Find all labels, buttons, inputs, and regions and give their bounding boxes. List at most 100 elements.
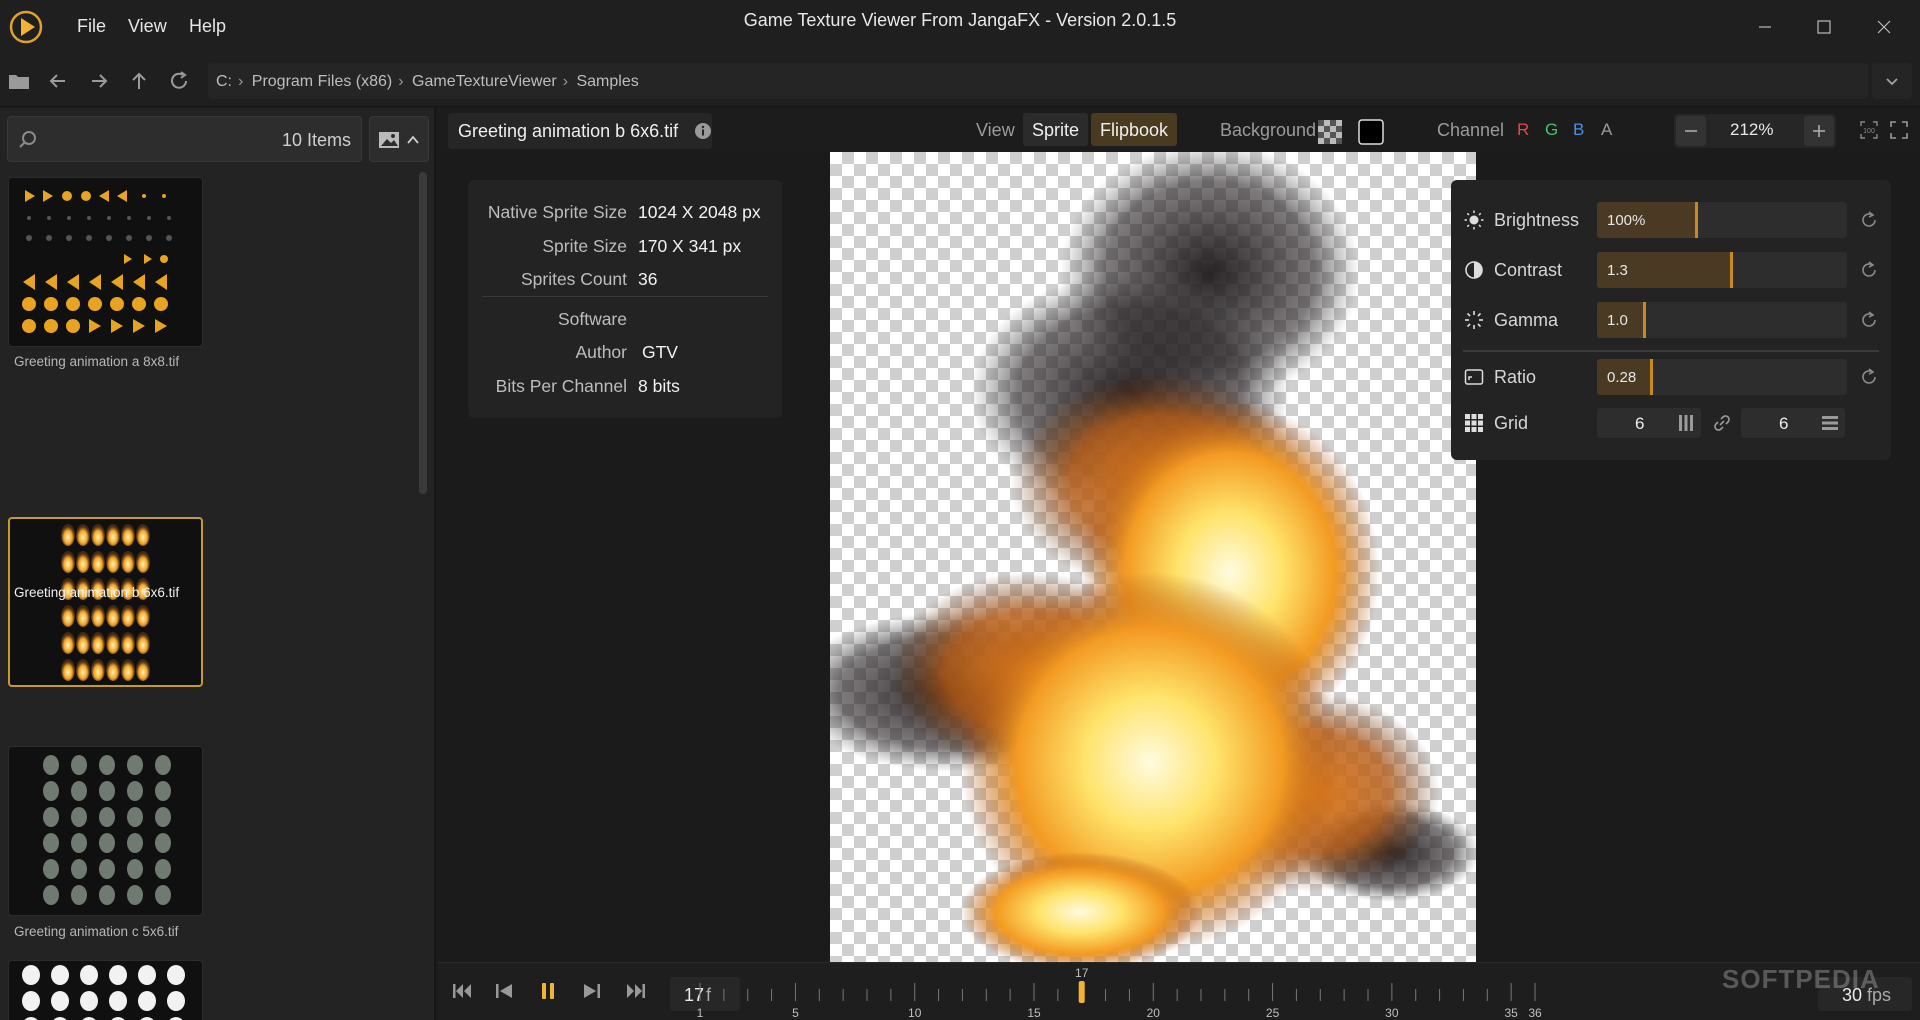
file-browser-sidebar: 10 Items Greeting animation a 8x8.tif Gr… — [0, 108, 436, 1020]
sprite-canvas[interactable] — [830, 152, 1476, 962]
channel-r-toggle[interactable]: R — [1517, 120, 1529, 140]
forward-arrow-icon[interactable] — [86, 68, 112, 94]
flipbook-mode-button[interactable]: Flipbook — [1091, 113, 1178, 146]
scrollbar[interactable] — [419, 172, 427, 494]
image-icon — [379, 132, 399, 148]
thumbnail-label-selected: Greeting animation b 6x6.tif — [14, 585, 180, 600]
character-sprite-frame — [127, 833, 143, 853]
navigation-bar: C: › Program Files (x86) › GameTextureView… — [0, 55, 1920, 107]
contrast-slider[interactable]: 1.3 — [1597, 252, 1847, 288]
zoom-in-icon[interactable] — [1804, 116, 1834, 146]
chicken-sprite-frame — [138, 965, 156, 985]
character-sprite-frame — [43, 755, 59, 775]
back-arrow-icon[interactable] — [45, 68, 71, 94]
character-sprite-frame — [127, 859, 143, 879]
title-bar: File View Help Game Texture Viewer From … — [0, 0, 1920, 55]
arrow-shapes-thumbnail[interactable] — [8, 177, 203, 347]
fire-sprite-frame — [61, 632, 75, 654]
zoom-level[interactable]: 212% — [1730, 120, 1773, 140]
grid-columns-value: 6 — [1635, 414, 1645, 433]
divider — [482, 296, 768, 297]
black-background-icon[interactable] — [1358, 119, 1384, 145]
author-label: Author — [575, 342, 627, 362]
maximize-icon[interactable] — [1804, 12, 1844, 42]
ruler-tick-label: 36 — [1528, 1006, 1542, 1020]
fire-sprite-frame — [76, 524, 90, 546]
channel-b-toggle[interactable]: B — [1573, 120, 1584, 140]
character-sprite-frame — [155, 807, 171, 827]
path-dropdown-button[interactable] — [1872, 63, 1912, 99]
native-sprite-size-label: Native Sprite Size — [487, 202, 627, 222]
chicken-sprite-frame — [22, 991, 40, 1011]
bits-per-channel-value: 8 bits — [638, 376, 680, 396]
reset-icon[interactable] — [1858, 309, 1880, 331]
channel-label: Channel — [1437, 120, 1505, 140]
divider — [1463, 350, 1879, 352]
brightness-slider[interactable]: 100% — [1597, 202, 1847, 238]
search-input[interactable]: 10 Items — [7, 116, 362, 162]
frame-ruler[interactable]: 1 5 10 15 20 25 30 35 36 17 — [438, 963, 1920, 1020]
gamma-slider[interactable]: 1.0 — [1597, 302, 1847, 338]
chicken-sprite-thumbnail[interactable] — [8, 960, 203, 1020]
character-sprite-thumbnail[interactable] — [8, 746, 203, 916]
fire-sprite-frame — [136, 551, 150, 573]
reset-icon[interactable] — [1858, 366, 1880, 388]
grid-rows-input[interactable]: 6 — [1741, 408, 1845, 438]
fire-sprite-frame — [121, 632, 135, 654]
breadcrumb[interactable]: C: › Program Files (x86) › GameTextureView… — [208, 63, 1868, 99]
breadcrumb-item[interactable]: Samples — [576, 73, 638, 90]
zoom-out-icon[interactable] — [1676, 116, 1706, 146]
gamma-icon — [1465, 311, 1483, 329]
menu-help[interactable]: Help — [189, 16, 226, 37]
fire-sprite-frame — [61, 551, 75, 573]
close-icon[interactable] — [1864, 12, 1904, 42]
breadcrumb-item[interactable]: Program Files (x86) — [252, 73, 392, 90]
menu-view[interactable]: View — [128, 16, 167, 37]
ruler-tick-label: 25 — [1266, 1006, 1280, 1020]
character-sprite-frame — [99, 781, 115, 801]
checker-background-icon[interactable] — [1318, 120, 1342, 144]
ruler-tick-label: 15 — [1027, 1006, 1041, 1020]
brightness-slider-handle[interactable] — [1695, 202, 1698, 238]
info-icon[interactable] — [694, 122, 712, 140]
character-sprite-frame — [43, 833, 59, 853]
grid-columns-input[interactable]: 6 — [1597, 408, 1701, 438]
breadcrumb-item[interactable]: GameTextureViewer — [412, 73, 557, 90]
thumbnail-view-toggle[interactable] — [369, 116, 429, 162]
character-sprite-frame — [43, 859, 59, 879]
gamma-slider-handle[interactable] — [1642, 302, 1646, 338]
bits-per-channel-label: Bits Per Channel — [495, 376, 627, 396]
character-sprite-frame — [99, 807, 115, 827]
character-sprite-frame — [99, 755, 115, 775]
fire-sprite-frame — [106, 551, 120, 573]
fire-sprite-thumbnail[interactable] — [8, 517, 203, 687]
up-arrow-icon[interactable] — [126, 68, 152, 94]
reset-icon[interactable] — [1858, 209, 1880, 231]
chicken-sprite-frame — [22, 965, 40, 985]
file-tab[interactable]: Greeting animation b 6x6.tif — [448, 113, 712, 149]
channel-a-toggle[interactable]: A — [1601, 120, 1612, 140]
contrast-slider-handle[interactable] — [1730, 252, 1733, 288]
breadcrumb-item[interactable]: C: — [216, 73, 232, 90]
ratio-slider-handle[interactable] — [1650, 359, 1653, 395]
native-sprite-size-value: 1024 X 2048 px — [638, 202, 761, 222]
fit-to-screen-icon[interactable] — [1889, 120, 1909, 140]
software-label: Software — [557, 309, 627, 329]
refresh-icon[interactable] — [166, 68, 192, 94]
sprite-size-value: 170 X 341 px — [638, 236, 742, 256]
sprite-mode-button[interactable]: Sprite — [1023, 113, 1089, 146]
window-title: Game Texture Viewer From JangaFX - Versi… — [743, 10, 1177, 30]
link-icon[interactable] — [1712, 413, 1732, 433]
ruler-tick-label: 5 — [792, 1006, 799, 1020]
menu-file[interactable]: File — [77, 16, 106, 37]
reset-icon[interactable] — [1858, 259, 1880, 281]
app-logo-icon[interactable] — [9, 9, 43, 45]
playhead-marker[interactable] — [1078, 981, 1085, 1003]
fire-sprite-frame — [76, 551, 90, 573]
ratio-slider[interactable]: 0.28 — [1597, 359, 1847, 395]
actual-size-icon[interactable]: 100 — [1859, 120, 1879, 140]
minimize-icon[interactable] — [1745, 12, 1785, 42]
folder-icon[interactable] — [6, 68, 32, 94]
channel-g-toggle[interactable]: G — [1545, 120, 1558, 140]
contrast-value: 1.3 — [1607, 262, 1628, 279]
